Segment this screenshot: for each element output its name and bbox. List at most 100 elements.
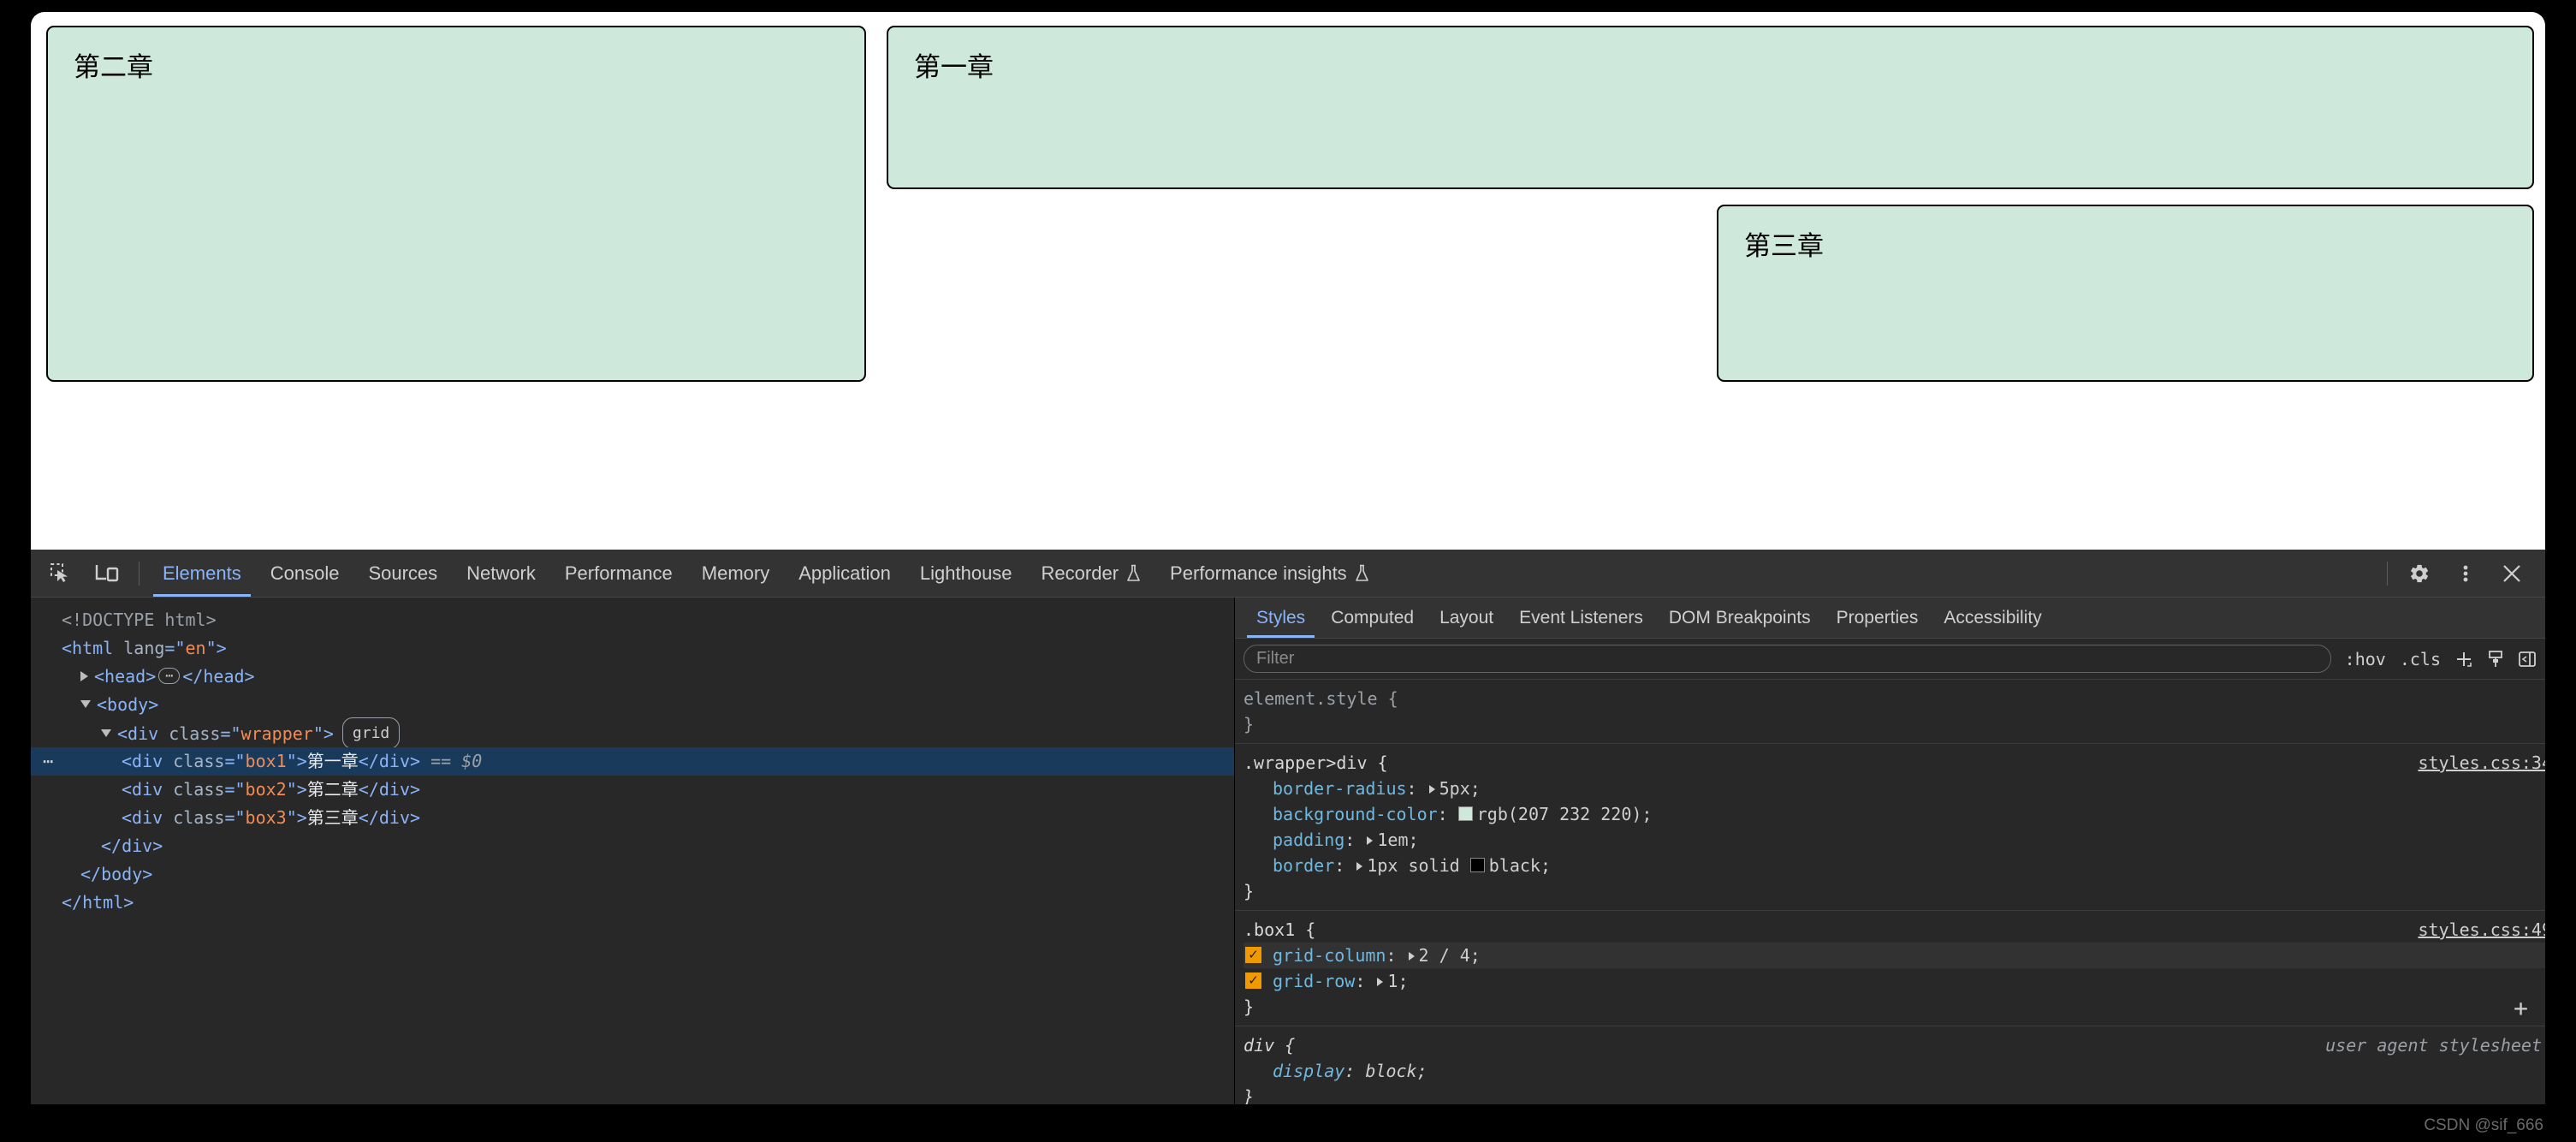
dom-tree-pane[interactable]: <!DOCTYPE html> <html lang="en"> <head> ⋯… <box>31 598 1234 1104</box>
css-property-name: padding <box>1273 830 1345 850</box>
cls-toggle-button[interactable]: .cls <box>2400 649 2441 669</box>
css-declaration-background-color[interactable]: background-color: rgb(207 232 220); <box>1243 801 2545 827</box>
page-box-box2: 第二章 <box>46 26 866 382</box>
dom-row-html[interactable]: <html lang="en"> <box>31 634 1234 663</box>
css-selector: element.style { <box>1243 688 1398 709</box>
tab-dom-breakpoints[interactable]: DOM Breakpoints <box>1656 598 1824 638</box>
expand-shorthand-icon[interactable] <box>1408 952 1415 961</box>
expand-triangle-icon[interactable] <box>80 670 88 681</box>
tab-sources[interactable]: Sources <box>353 550 452 597</box>
experiment-flask-icon <box>1355 564 1369 582</box>
tab-layout-label: Layout <box>1439 608 1494 628</box>
css-property-name: display <box>1273 1061 1345 1081</box>
new-style-rule-plus-icon[interactable] <box>2454 650 2473 669</box>
expand-shorthand-icon[interactable] <box>1356 862 1363 871</box>
css-property-value: block <box>1365 1061 1417 1081</box>
tab-recorder-label: Recorder <box>1041 562 1119 584</box>
tab-styles-label: Styles <box>1256 608 1306 628</box>
color-swatch-icon[interactable] <box>1469 858 1485 872</box>
dom-row-close-html[interactable]: </html> <box>31 889 1234 917</box>
css-property-value[interactable]: 1 <box>1387 971 1398 991</box>
css-selector: .wrapper>div { <box>1243 752 1388 773</box>
css-rule-element-style[interactable]: element.style { } <box>1235 680 2545 744</box>
dom-row-head[interactable]: <head> ⋯ </head> <box>31 663 1234 691</box>
dom-row-wrapper[interactable]: <div class="wrapper"> grid <box>31 717 1234 749</box>
declaration-enabled-checkbox[interactable]: ✓ <box>1245 972 1261 989</box>
dom-row-body[interactable]: <body> <box>31 691 1234 719</box>
dom-tree: <!DOCTYPE html> <html lang="en"> <head> ⋯… <box>31 598 1234 917</box>
css-declaration-border[interactable]: border: 1px solid black; <box>1243 853 2545 878</box>
tab-application[interactable]: Application <box>784 550 905 597</box>
tab-console-label: Console <box>270 562 340 584</box>
dom-row-menu-icon[interactable]: ⋯ <box>43 747 54 776</box>
css-property-name: grid-column <box>1273 945 1386 966</box>
hov-toggle-button[interactable]: :hov <box>2345 649 2386 669</box>
collapse-triangle-icon[interactable] <box>101 729 111 737</box>
tab-memory[interactable]: Memory <box>687 550 784 597</box>
css-source-link[interactable]: styles.css:49 <box>2418 917 2545 943</box>
css-property-value[interactable]: 1em <box>1377 830 1408 850</box>
dom-row-box2[interactable]: <div class="box2">第二章</div> <box>31 776 1234 804</box>
tab-network[interactable]: Network <box>452 550 550 597</box>
tab-recorder[interactable]: Recorder <box>1027 550 1155 597</box>
css-declaration-grid-row[interactable]: ✓ grid-row: 1; <box>1243 968 2545 994</box>
text-node-box3: 第三章 <box>306 807 359 828</box>
attr-value-box1: box1 <box>245 751 287 771</box>
tab-layout[interactable]: Layout <box>1427 598 1506 638</box>
expand-shorthand-icon[interactable] <box>1377 978 1384 986</box>
add-declaration-plus-icon[interactable]: + <box>2514 996 2528 1020</box>
css-declaration-border-radius[interactable]: border-radius: 5px; <box>1243 776 2545 801</box>
more-options-icon[interactable] <box>2446 556 2485 591</box>
expand-shorthand-icon[interactable] <box>1367 836 1374 845</box>
close-devtools-icon[interactable] <box>2492 556 2531 591</box>
text-node-box2: 第二章 <box>306 779 359 800</box>
dom-row-box3[interactable]: <div class="box3">第三章</div> <box>31 804 1234 832</box>
css-property-name: border-radius <box>1273 778 1407 799</box>
tab-accessibility[interactable]: Accessibility <box>1931 598 2054 638</box>
css-property-value[interactable]: black <box>1489 855 1540 876</box>
settings-gear-icon[interactable] <box>2400 556 2439 591</box>
tab-properties[interactable]: Properties <box>1824 598 1932 638</box>
tab-event-listeners[interactable]: Event Listeners <box>1506 598 1656 638</box>
css-rule-div-ua[interactable]: div { user agent stylesheet display: blo… <box>1235 1026 2545 1104</box>
css-rule-box1[interactable]: .box1 { styles.css:49 ✓ grid-column: 2 / … <box>1235 911 2545 1026</box>
tab-performance[interactable]: Performance <box>550 550 687 597</box>
css-declaration-display[interactable]: display: block; <box>1243 1058 2545 1084</box>
tab-performance-label: Performance <box>564 562 673 584</box>
css-declaration-grid-column[interactable]: ✓ grid-column: 2 / 4; <box>1243 943 2545 968</box>
dom-row-close-wrapper[interactable]: </div> <box>31 832 1234 860</box>
styles-filter-input[interactable] <box>1243 645 2331 673</box>
declaration-enabled-checkbox[interactable]: ✓ <box>1245 947 1261 963</box>
css-property-value[interactable]: 5px <box>1439 778 1470 799</box>
dom-row-close-body[interactable]: </body> <box>31 860 1234 889</box>
attr-name-class: class <box>173 779 225 800</box>
css-rule-wrapper-div[interactable]: .wrapper>div { styles.css:34 border-radi… <box>1235 744 2545 911</box>
page-box-box3-label: 第三章 <box>1744 231 1824 262</box>
css-source-link[interactable]: styles.css:34 <box>2418 750 2545 776</box>
device-toolbar-icon[interactable] <box>87 556 127 591</box>
tab-styles[interactable]: Styles <box>1243 598 1318 638</box>
tab-performance-insights[interactable]: Performance insights <box>1155 550 1384 597</box>
toggle-sidebar-icon[interactable] <box>2518 650 2537 669</box>
collapsed-children-icon[interactable]: ⋯ <box>158 668 181 684</box>
dom-row-doctype[interactable]: <!DOCTYPE html> <box>31 606 1234 634</box>
tab-elements[interactable]: Elements <box>148 550 256 597</box>
doctype-text: <!DOCTYPE html> <box>62 610 217 630</box>
tab-computed[interactable]: Computed <box>1318 598 1427 638</box>
css-declaration-padding[interactable]: padding: 1em; <box>1243 827 2545 853</box>
attr-name-class: class <box>173 751 225 771</box>
tab-lighthouse[interactable]: Lighthouse <box>905 550 1027 597</box>
css-property-value[interactable]: 2 / 4 <box>1419 945 1470 966</box>
tab-console[interactable]: Console <box>256 550 354 597</box>
attr-name-class: class <box>173 807 225 828</box>
expand-shorthand-icon[interactable] <box>1428 785 1435 794</box>
browser-viewport: 第二章 第一章 第三章 <box>31 12 2545 550</box>
grid-badge[interactable]: grid <box>341 717 401 749</box>
css-rule-close: } <box>1243 714 1255 735</box>
element-classes-brush-icon[interactable] <box>2487 650 2504 669</box>
collapse-triangle-icon[interactable] <box>80 700 91 708</box>
color-swatch-icon[interactable] <box>1457 806 1473 821</box>
dom-row-box1[interactable]: ⋯ <div class="box1">第一章</div> == $0 <box>31 747 1234 776</box>
inspect-element-icon[interactable] <box>41 556 80 591</box>
css-property-value[interactable]: rgb(207 232 220) <box>1477 804 1642 824</box>
